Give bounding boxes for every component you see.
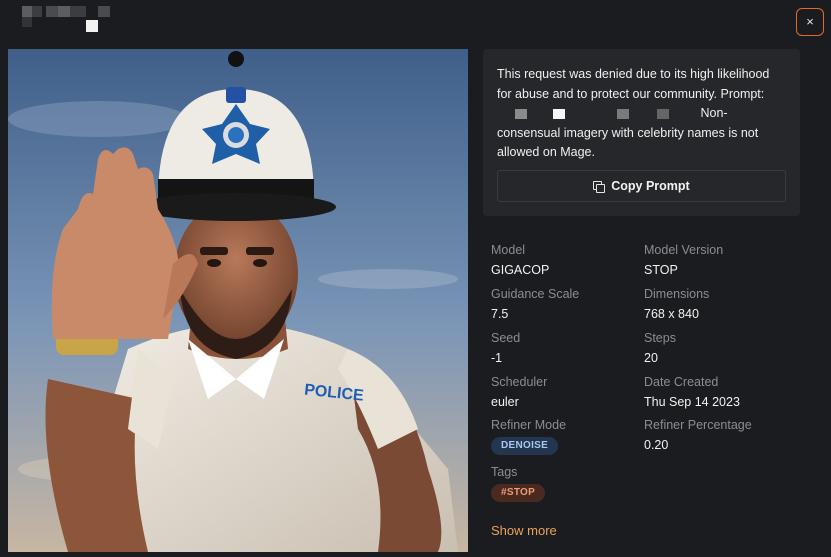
dimensions-value: 768 x 840 (644, 307, 699, 321)
detail-date-created: Date Created Thu Sep 14 2023 (644, 374, 794, 411)
prompt-denial-message: This request was denied due to its high … (497, 67, 770, 101)
steps-label: Steps (644, 331, 676, 345)
show-more-link[interactable]: Show more (491, 523, 557, 538)
detail-steps: Steps 20 (644, 330, 794, 367)
prompt-text: This request was denied due to its high … (497, 65, 782, 163)
generated-image: POLICE (8, 49, 468, 552)
copy-prompt-label: Copy Prompt (611, 179, 690, 193)
seed-value: -1 (491, 351, 503, 365)
model-version-value: STOP (644, 263, 678, 277)
guidance-label: Guidance Scale (491, 287, 580, 301)
refiner-percentage-value: 0.20 (644, 438, 669, 452)
guidance-value: 7.5 (491, 307, 509, 321)
image-detail-modal: × POLICE This request was denied due to … (0, 0, 831, 557)
refiner-mode-label: Refiner Mode (491, 418, 567, 432)
detail-refiner-percentage: Refiner Percentage 0.20 (644, 417, 794, 454)
steps-value: 20 (644, 351, 658, 365)
model-label: Model (491, 243, 526, 257)
redacted-prompt (497, 108, 697, 120)
detail-dimensions: Dimensions 768 x 840 (644, 286, 794, 323)
date-created-value: Thu Sep 14 2023 (644, 395, 740, 409)
model-value: GIGACOP (491, 263, 550, 277)
detail-model: Model GIGACOP (491, 242, 641, 279)
detail-guidance: Guidance Scale 7.5 (491, 286, 641, 323)
tag-badge[interactable]: #STOP (491, 484, 546, 502)
seed-label: Seed (491, 331, 521, 345)
copy-icon (593, 181, 606, 193)
detail-refiner-mode: Refiner Mode DENOISE (491, 417, 641, 455)
prompt-card: This request was denied due to its high … (483, 49, 800, 216)
tags-label: Tags (491, 465, 518, 479)
detail-tags: Tags #STOP (491, 464, 641, 502)
scheduler-label: Scheduler (491, 375, 548, 389)
copy-prompt-button[interactable]: Copy Prompt (497, 170, 786, 202)
refiner-mode-badge: DENOISE (491, 437, 559, 455)
redacted-title (8, 6, 118, 34)
date-created-label: Date Created (644, 375, 719, 389)
dimensions-label: Dimensions (644, 287, 710, 301)
model-version-label: Model Version (644, 243, 724, 257)
detail-model-version: Model Version STOP (644, 242, 794, 279)
detail-seed: Seed -1 (491, 330, 641, 367)
detail-scheduler: Scheduler euler (491, 374, 641, 411)
close-button[interactable]: × (796, 8, 824, 36)
refiner-percentage-label: Refiner Percentage (644, 418, 752, 432)
scheduler-value: euler (491, 395, 519, 409)
